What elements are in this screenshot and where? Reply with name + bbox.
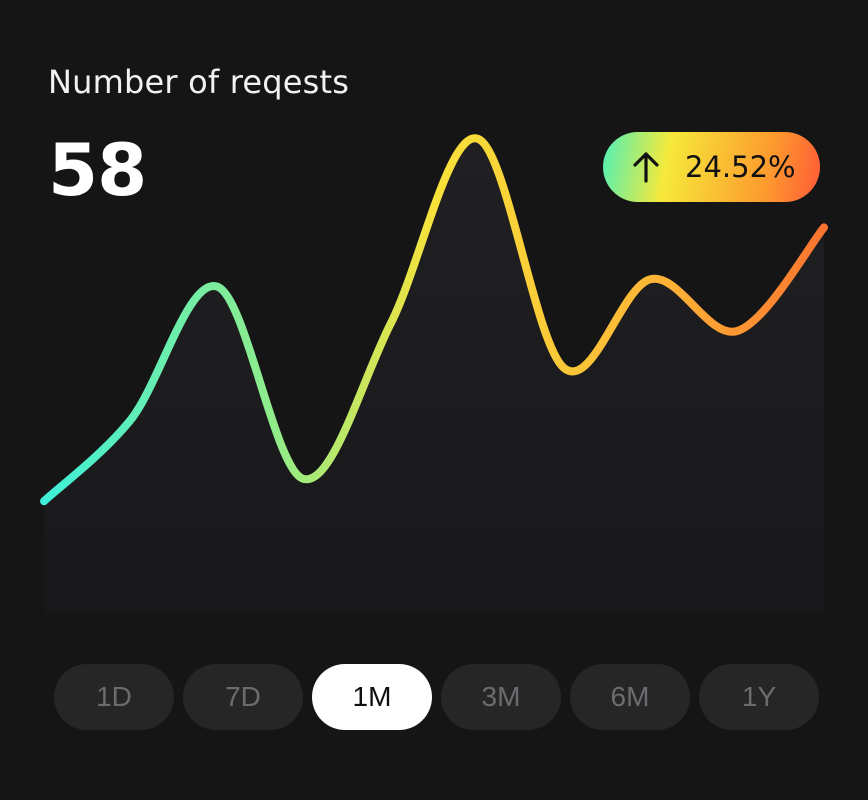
range-label: 1M [352,681,392,712]
range-label: 3M [481,681,521,712]
range-6m-button[interactable]: 6M [570,664,690,730]
card-title: Number of reqests [48,63,350,101]
arrow-up-icon [631,150,661,184]
range-7d-button[interactable]: 7D [183,664,303,730]
range-1m-button[interactable]: 1M [312,664,432,730]
range-1y-button[interactable]: 1Y [699,664,819,730]
range-label: 6M [610,681,650,712]
range-label: 1D [96,681,132,712]
range-3m-button[interactable]: 3M [441,664,561,730]
requests-card: Number of reqests 58 24.52% 1D 7D 1M 3M … [0,0,868,800]
change-percent: 24.52% [685,150,796,184]
range-label: 1Y [741,681,777,712]
requests-count: 58 [48,128,147,212]
range-1d-button[interactable]: 1D [54,664,174,730]
change-badge: 24.52% [603,132,820,202]
range-label: 7D [225,681,261,712]
time-range-selector: 1D 7D 1M 3M 6M 1Y [54,664,819,730]
